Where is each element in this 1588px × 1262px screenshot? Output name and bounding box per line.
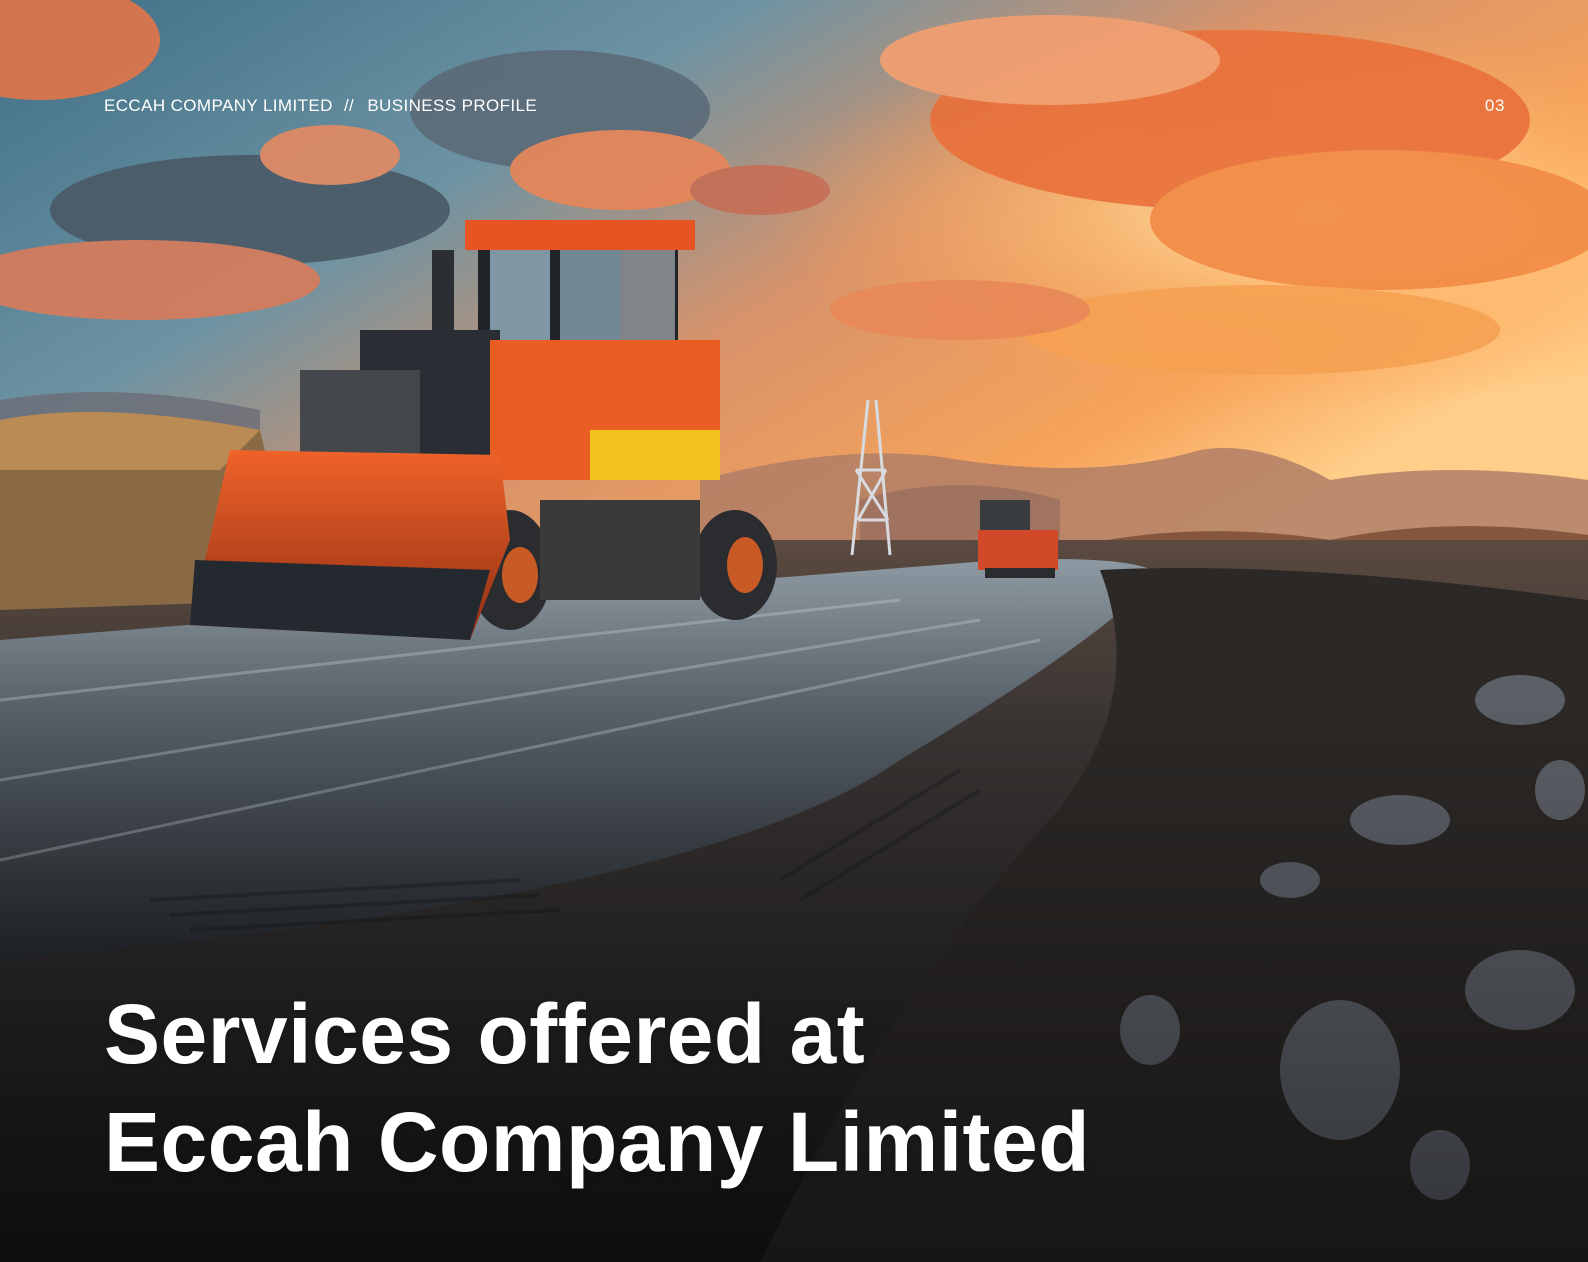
document-header: ECCAH COMPANY LIMITED // BUSINESS PROFIL… (104, 96, 537, 116)
business-profile-page: ECCAH COMPANY LIMITED // BUSINESS PROFIL… (0, 0, 1588, 1262)
hero-title-line-1: Services offered at (104, 987, 866, 1081)
page-number: 03 (1484, 96, 1505, 115)
hero-title: Services offered at Eccah Company Limite… (104, 980, 1090, 1196)
hero-title-line-2: Eccah Company Limited (104, 1095, 1091, 1189)
header-separator: // (343, 96, 355, 115)
company-name: ECCAH COMPANY LIMITED (104, 96, 333, 115)
section-name: BUSINESS PROFILE (367, 96, 538, 115)
